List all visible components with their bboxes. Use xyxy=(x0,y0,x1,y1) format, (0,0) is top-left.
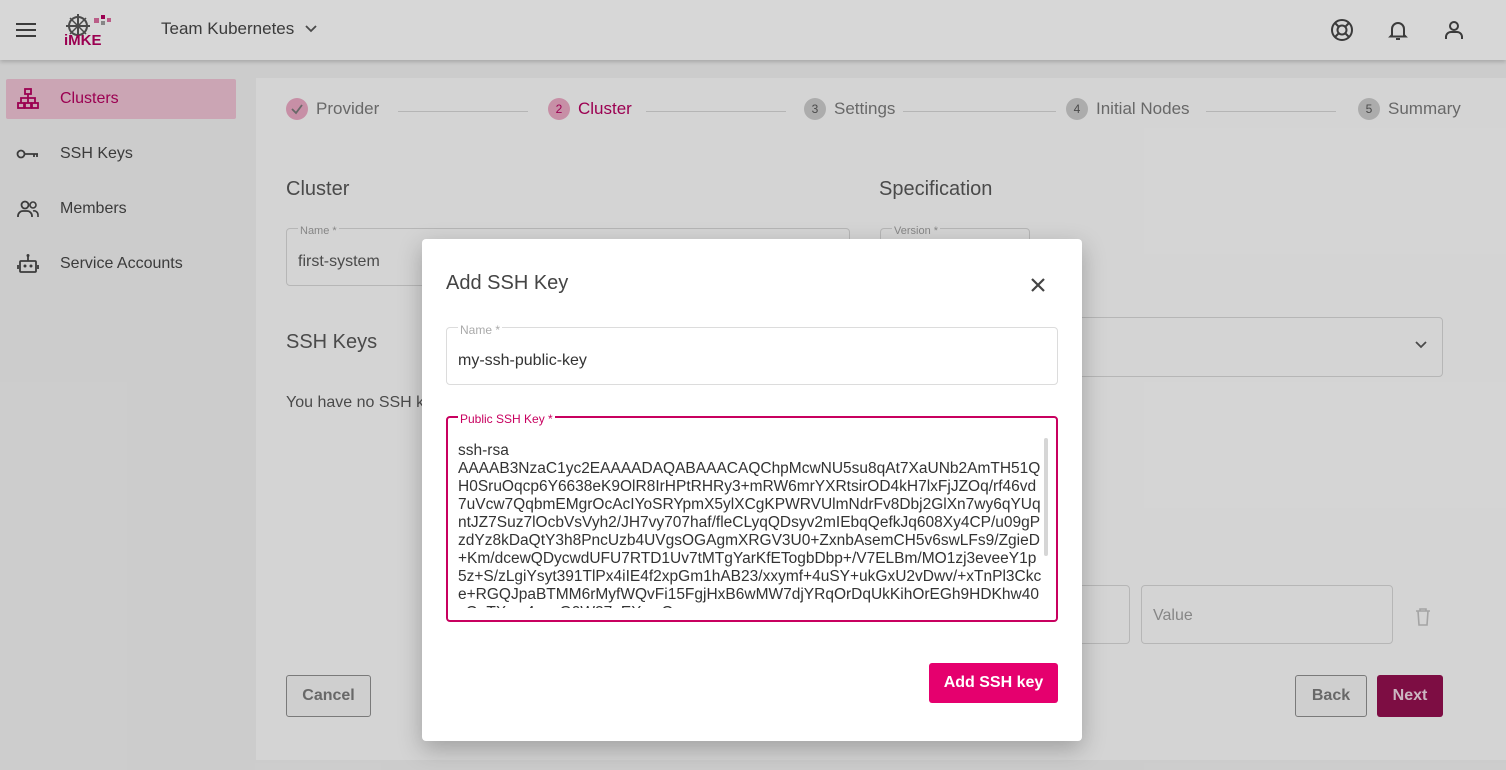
public-ssh-key-field[interactable]: Public SSH Key * ssh-rsa AAAAB3NzaC1yc2E… xyxy=(446,412,1058,622)
add-ssh-key-dialog: Add SSH Key Name * Public SSH Key * ssh-… xyxy=(422,239,1082,741)
add-ssh-key-button[interactable]: Add SSH key xyxy=(929,663,1058,703)
ssh-key-name-input[interactable] xyxy=(458,352,1038,370)
ssh-key-name-field[interactable]: Name * xyxy=(446,323,1058,385)
close-icon[interactable] xyxy=(1026,273,1050,297)
field-label: Name * xyxy=(458,323,503,337)
dialog-title: Add SSH Key xyxy=(446,272,569,294)
public-ssh-key-textarea[interactable]: ssh-rsa AAAAB3NzaC1yc2EAAAADAQABAAACAQCh… xyxy=(458,442,1042,608)
field-label: Public SSH Key * xyxy=(458,412,555,426)
textarea-scrollbar[interactable] xyxy=(1044,438,1048,556)
